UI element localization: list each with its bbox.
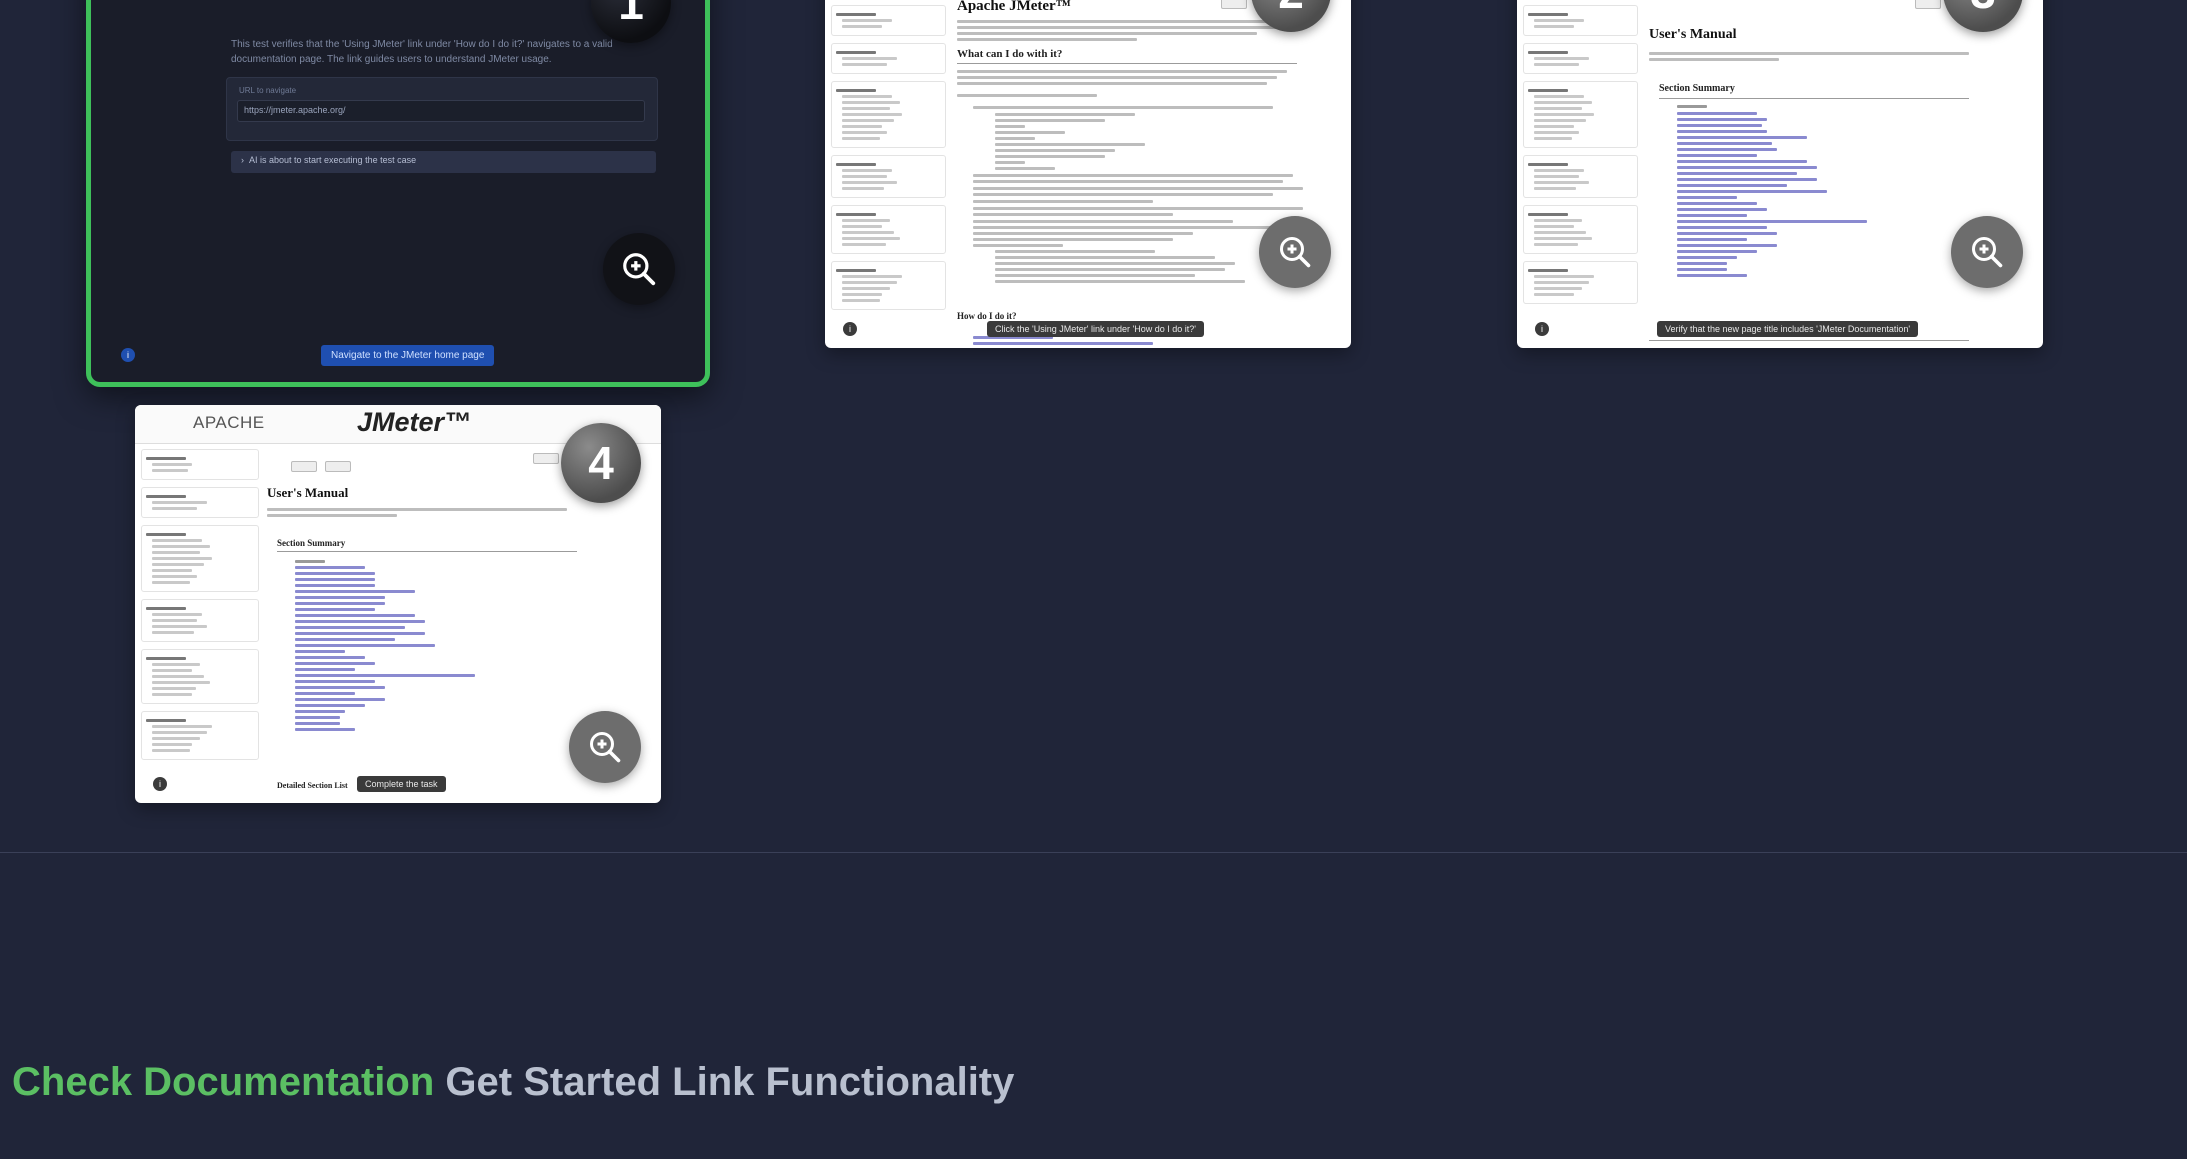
doc-nav-button-1	[291, 461, 317, 472]
step-description: This test verifies that the 'Using JMete…	[231, 39, 613, 65]
section-divider	[0, 852, 2187, 853]
step-tooltip: Verify that the new page title includes …	[1657, 321, 1919, 337]
zoom-in-button[interactable]	[569, 711, 641, 783]
url-label: URL to navigate	[239, 86, 297, 95]
info-icon[interactable]: i	[843, 322, 857, 336]
zoom-in-icon	[623, 253, 656, 286]
navigate-action-button[interactable]: Navigate to the JMeter home page	[321, 345, 495, 366]
jmeter-logo: JMeter™	[357, 407, 472, 437]
zoom-in-button[interactable]	[1259, 216, 1331, 288]
doc-header-button	[1221, 0, 1247, 9]
status-text: AI is about to start executing the test …	[249, 155, 417, 165]
step-card-4[interactable]: APACHE JMeter™ User's Manual Section Sum…	[135, 405, 661, 803]
doc-header-button	[533, 453, 559, 464]
step-card-2[interactable]: Apache JMeter™ What can I do with it? Ho…	[825, 0, 1351, 348]
step-card-3[interactable]: User's Manual Section Summary i Verify t…	[1517, 0, 2043, 348]
doc-sidebar	[1523, 5, 1638, 311]
page-title: User's Manual	[267, 485, 349, 500]
step-tooltip: Complete the task	[357, 776, 446, 792]
step-number-badge: 3	[1943, 0, 2023, 32]
zoom-in-button[interactable]	[1951, 216, 2023, 288]
test-case-title-part1: Check Documentation	[12, 1060, 435, 1104]
zoom-in-icon	[1972, 237, 2003, 268]
doc-nav-button-2	[325, 461, 351, 472]
section-heading-2: Detailed Section List	[277, 781, 348, 790]
test-case-title-part2: Get Started Link Functionality	[445, 1060, 1015, 1104]
url-panel: URL to navigate https://jmeter.apache.or…	[226, 77, 658, 141]
section-heading-2: How do I do it?	[957, 311, 1017, 321]
page-title: User's Manual	[1649, 27, 1737, 42]
zoom-in-icon	[590, 732, 621, 763]
info-icon[interactable]: i	[121, 348, 135, 362]
page-title: Apache JMeter™	[957, 0, 1071, 14]
chevron-icon: ›	[241, 155, 249, 165]
chevron-icon[interactable]: ʼ	[0, 1065, 1, 1099]
section-heading: Section Summary	[1659, 83, 1735, 94]
zoom-in-button[interactable]	[603, 233, 675, 305]
info-icon[interactable]: i	[153, 777, 167, 791]
url-input[interactable]: https://jmeter.apache.org/	[237, 100, 645, 122]
doc-sidebar	[141, 449, 259, 767]
step-number-badge: 4	[561, 423, 641, 503]
test-case-title[interactable]: Check Documentation Get Started Link Fun…	[12, 1060, 1014, 1105]
apache-logo: APACHE	[193, 413, 265, 432]
info-icon[interactable]: i	[1535, 322, 1549, 336]
step-tooltip: Click the 'Using JMeter' link under 'How…	[987, 321, 1204, 337]
zoom-in-icon	[1280, 237, 1311, 268]
section-heading: What can I do with it?	[957, 48, 1063, 60]
status-bar: › AI is about to start executing the tes…	[231, 151, 656, 173]
section-heading: Section Summary	[277, 538, 346, 548]
doc-sidebar	[831, 5, 946, 317]
step-card-1[interactable]: This test verifies that the 'Using JMete…	[86, 0, 710, 387]
doc-header-button	[1915, 0, 1941, 9]
